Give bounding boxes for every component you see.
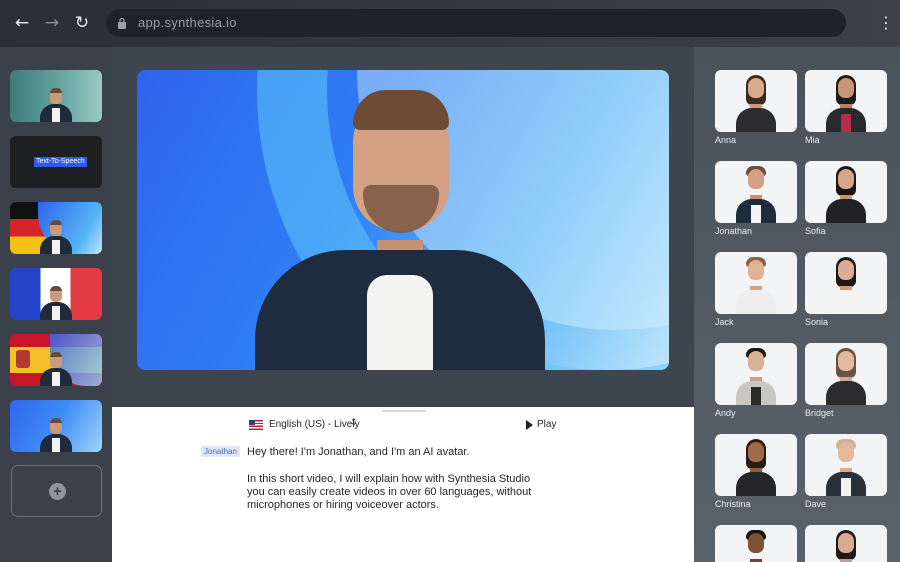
avatar-card[interactable] [805, 525, 887, 562]
slide-thumbnail-3[interactable] [10, 202, 102, 254]
address-bar[interactable]: app.synthesia.io [106, 9, 846, 37]
avatar-name: Jack [715, 317, 734, 327]
slide-thumbnail-4[interactable] [10, 268, 102, 320]
add-slide-button[interactable]: + [11, 465, 102, 517]
video-canvas[interactable] [137, 70, 669, 370]
script-text-line[interactable]: Hey there! I'm Jonathan, and I'm an AI a… [247, 446, 470, 459]
resize-handle[interactable] [382, 410, 426, 412]
avatar-card-andy[interactable] [715, 343, 797, 405]
avatar-name: Sofia [805, 226, 826, 236]
language-selector[interactable]: English (US) - Lively [269, 419, 360, 430]
reload-icon[interactable]: ↻ [71, 12, 93, 34]
script-text-line[interactable]: In this short video, I will explain how … [247, 473, 530, 486]
browser-toolbar: ← → ↻ app.synthesia.io ⋮ [0, 0, 900, 47]
avatar-jonathan-figure [255, 90, 555, 370]
avatar-name: Jonathan [715, 226, 753, 236]
text-to-speech-label: Text-To-Speech [34, 157, 87, 167]
avatar-name: Dave [805, 499, 827, 509]
avatar-card-anna[interactable] [715, 70, 797, 132]
slide-thumbnail-2[interactable]: Text-To-Speech [10, 136, 102, 188]
avatar-name: Anna [715, 135, 737, 145]
script-text-line[interactable]: you can easily create videos in over 60 … [247, 486, 531, 499]
avatar-card-christina[interactable] [715, 434, 797, 496]
script-text-line[interactable]: microphones or hiring voiceover actors. [247, 499, 439, 512]
avatar-card-jonathan[interactable] [715, 161, 797, 223]
spain-crest-icon [16, 350, 30, 368]
script-editor: English (US) - Lively ↕ Play Jonathan He… [112, 407, 694, 562]
avatar-card-mia[interactable] [805, 70, 887, 132]
play-button[interactable]: Play [537, 419, 556, 430]
avatar-card-dave[interactable] [805, 434, 887, 496]
avatar-gallery: Anna Mia Jonathan Sofia Jack Sonia Andy … [694, 47, 900, 562]
chevron-up-down-icon[interactable]: ↕ [350, 418, 358, 428]
avatar-name: Andy [715, 408, 736, 418]
avatar-card[interactable] [715, 525, 797, 562]
lock-icon [118, 17, 126, 29]
slide-thumbnail-5[interactable] [10, 334, 102, 386]
avatar-name: Sonia [805, 317, 829, 327]
plus-icon: + [49, 483, 66, 500]
more-vertical-icon[interactable]: ⋮ [876, 12, 896, 34]
forward-arrow-icon[interactable]: → [41, 12, 63, 34]
avatar-figure [40, 346, 72, 386]
speaker-tag[interactable]: Jonathan [201, 446, 240, 457]
video-stage [112, 47, 694, 407]
url-text: app.synthesia.io [138, 15, 237, 30]
avatar-card-bridget[interactable] [805, 343, 887, 405]
avatar-name: Christina [715, 499, 751, 509]
avatar-figure [40, 214, 72, 254]
back-arrow-icon[interactable]: ← [11, 12, 33, 34]
slide-thumbnail-6[interactable] [10, 400, 102, 452]
avatar-figure [40, 82, 72, 122]
avatar-card-sonia[interactable] [805, 252, 887, 314]
avatar-figure [40, 280, 72, 320]
slide-thumbnail-1[interactable] [10, 70, 102, 122]
us-flag-icon [249, 420, 263, 430]
avatar-figure [40, 412, 72, 452]
play-icon[interactable] [526, 420, 533, 430]
avatar-card-sofia[interactable] [805, 161, 887, 223]
avatar-name: Mia [805, 135, 820, 145]
slide-rail: Text-To-Speech + [0, 47, 112, 562]
avatar-card-jack[interactable] [715, 252, 797, 314]
avatar-name: Bridget [805, 408, 834, 418]
